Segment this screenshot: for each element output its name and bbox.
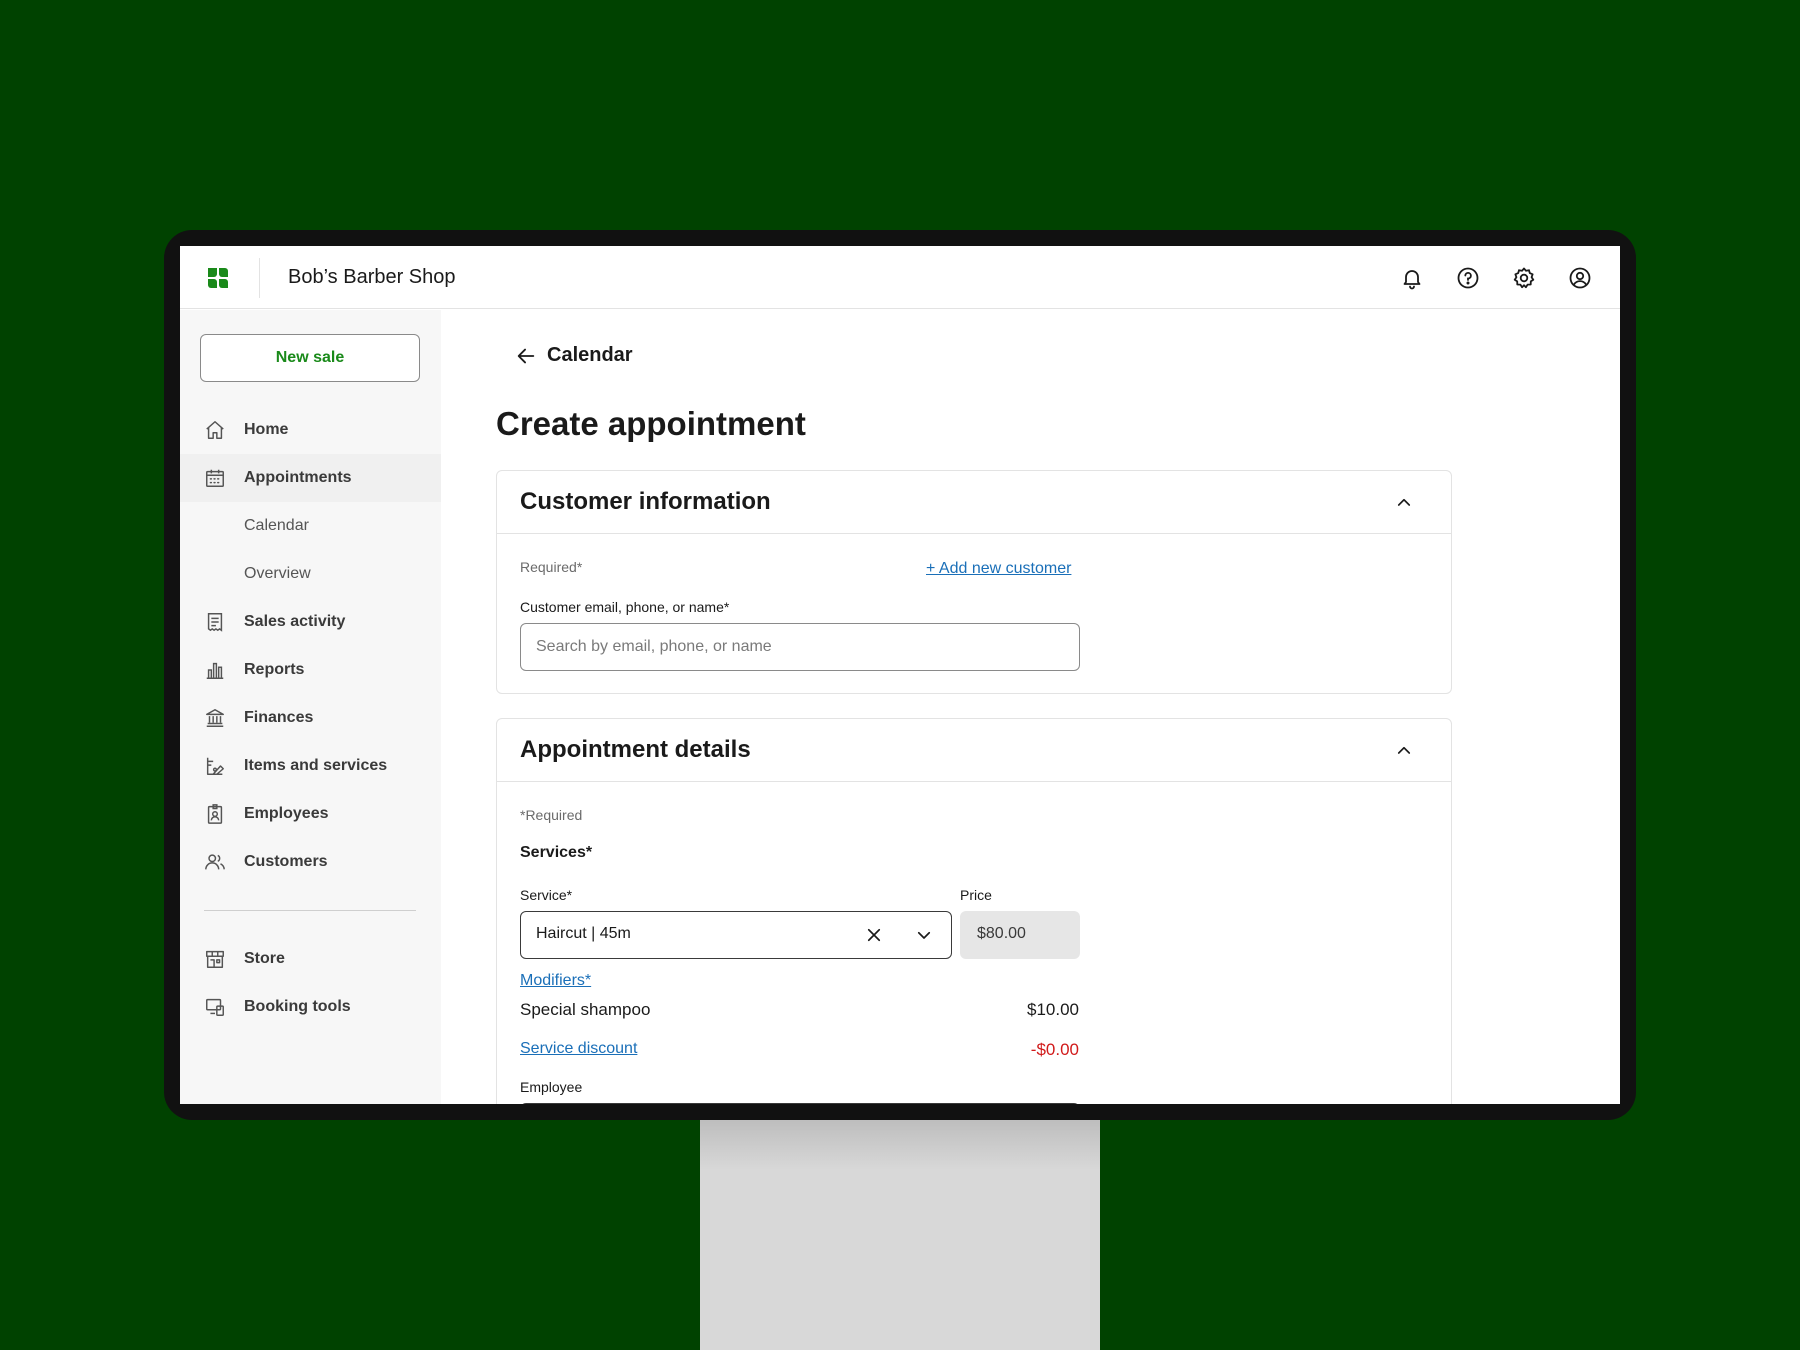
sidebar-item-employees[interactable]: Employees (180, 790, 441, 838)
page-title: Create appointment (496, 405, 806, 442)
employee-select[interactable] (520, 1103, 1080, 1104)
sidebar-divider (204, 910, 416, 911)
sidebar-item-label: Overview (244, 565, 311, 582)
brand-logo-icon (208, 268, 228, 288)
sidebar-item-finances[interactable]: Finances (180, 694, 441, 742)
sidebar-item-reports[interactable]: Reports (180, 646, 441, 694)
appointment-details-card: Appointment details *Required Services* … (496, 718, 1452, 1104)
sidebar-item-appointments[interactable]: Appointments (180, 454, 441, 502)
logo-divider (259, 258, 260, 298)
sidebar-item-overview[interactable]: Overview (180, 550, 441, 598)
sidebar-item-label: Booking tools (244, 998, 351, 1015)
sidebar-item-label: Home (244, 421, 289, 438)
home-icon (206, 421, 224, 439)
new-sale-button[interactable]: New sale (200, 334, 420, 382)
account-icon[interactable] (1568, 266, 1592, 290)
chevron-down-icon[interactable] (915, 926, 933, 944)
sidebar-item-label: Store (244, 950, 285, 967)
sidebar-item-label: Reports (244, 661, 305, 678)
back-to-calendar-link[interactable]: Calendar (515, 344, 633, 367)
customer-information-card: Customer information Required* + Add new… (496, 470, 1452, 694)
sidebar-item-label: Items and services (244, 757, 388, 774)
sidebar-item-customers[interactable]: Customers (180, 838, 441, 886)
service-discount-link[interactable]: Service discount (520, 1040, 637, 1058)
sidebar-item-items-and-services[interactable]: Items and services (180, 742, 441, 790)
chevron-up-icon[interactable] (1395, 741, 1413, 759)
top-bar: Bob’s Barber Shop (180, 246, 1620, 309)
service-select-value: Haircut | 45m (536, 925, 631, 942)
receipt-icon (207, 613, 223, 632)
sidebar-item-label: Calendar (244, 517, 309, 534)
add-new-customer-link[interactable]: + Add new customer (926, 560, 1071, 578)
price-label: Price (960, 887, 992, 903)
sidebar-item-label: Appointments (244, 469, 352, 486)
card-header: Customer information (497, 471, 1451, 534)
arrow-left-icon (517, 348, 535, 363)
clear-icon[interactable] (865, 926, 883, 944)
sidebar-item-calendar[interactable]: Calendar (180, 502, 441, 550)
card-title: Customer information (520, 488, 771, 515)
sidebar-item-label: Customers (244, 853, 328, 870)
sidebar-item-label: Employees (244, 805, 329, 822)
store-icon (206, 950, 224, 968)
sidebar-item-booking-tools[interactable]: Booking tools (180, 983, 441, 1031)
card-title: Appointment details (520, 736, 751, 763)
sidebar-item-home[interactable]: Home (180, 406, 441, 454)
required-note: *Required (520, 807, 583, 823)
devices-icon (206, 998, 224, 1016)
sidebar-item-store[interactable]: Store (180, 935, 441, 983)
bell-icon[interactable] (1400, 266, 1424, 290)
price-value: $80.00 (977, 925, 1026, 942)
main-content: Calendar Create appointment Customer inf… (441, 310, 1620, 1104)
modifier-price: $10.00 (1027, 1000, 1079, 1019)
calendar-icon (206, 469, 224, 487)
bar-chart-icon (206, 662, 224, 679)
required-note: Required* (520, 559, 583, 575)
sidebar-item-label: Finances (244, 709, 314, 726)
employee-label: Employee (520, 1079, 583, 1095)
sidebar: New sale Home Appointments Calendar Over… (180, 310, 441, 1104)
help-icon[interactable] (1456, 266, 1480, 290)
badge-icon (207, 804, 223, 824)
chevron-up-icon[interactable] (1395, 493, 1413, 511)
customer-search-input[interactable] (520, 623, 1080, 671)
items-icon (206, 757, 224, 775)
sidebar-item-sales-activity[interactable]: Sales activity (180, 598, 441, 646)
customer-field-label: Customer email, phone, or name* (520, 599, 730, 615)
shop-name: Bob’s Barber Shop (288, 266, 456, 288)
bank-icon (206, 709, 224, 727)
back-label: Calendar (547, 344, 633, 366)
service-discount-value: -$0.00 (1030, 1040, 1079, 1059)
app-window: Bob’s Barber Shop New sale Home Appointm… (180, 246, 1620, 1104)
service-label: Service* (520, 887, 573, 903)
sidebar-item-label: Sales activity (244, 613, 346, 630)
modifier-name: Special shampoo (520, 1000, 651, 1019)
card-header: Appointment details (497, 719, 1451, 782)
price-field: $80.00 (960, 911, 1080, 959)
services-heading: Services* (520, 844, 593, 861)
modifiers-link[interactable]: Modifiers* (520, 972, 591, 990)
service-select[interactable]: Haircut | 45m (520, 911, 952, 959)
people-icon (205, 854, 225, 870)
gear-icon[interactable] (1512, 266, 1536, 290)
